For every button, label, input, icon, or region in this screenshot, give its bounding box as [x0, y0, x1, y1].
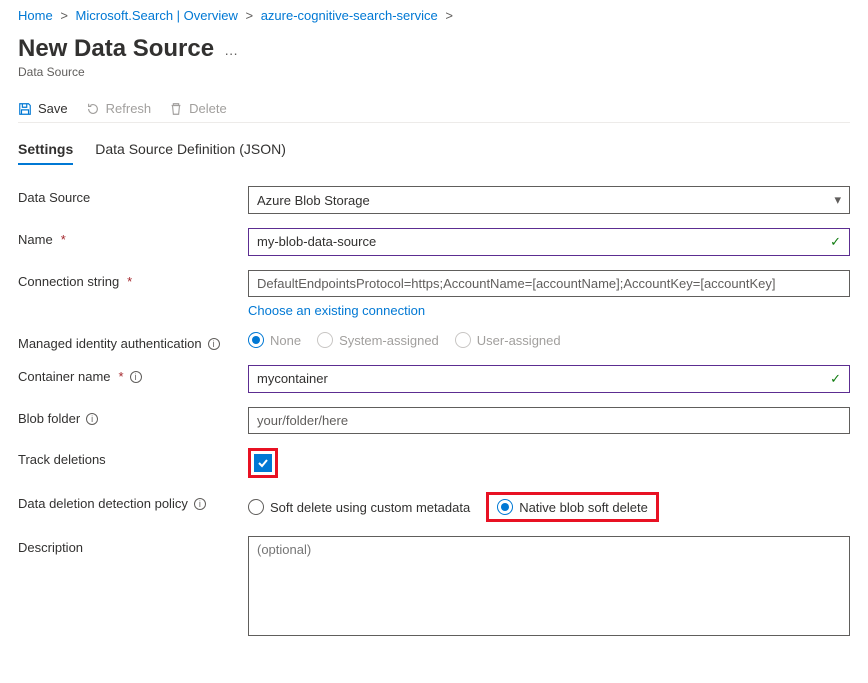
description-textarea[interactable] — [248, 536, 850, 636]
connection-string-label: Connection string* — [18, 270, 248, 289]
name-input[interactable]: my-blob-data-source ✓ — [248, 228, 850, 256]
tab-json-definition[interactable]: Data Source Definition (JSON) — [95, 141, 286, 165]
chevron-down-icon: ▾ — [834, 192, 841, 208]
checkmark-icon — [257, 457, 269, 469]
info-icon[interactable]: i — [208, 338, 220, 350]
blob-folder-label: Blob folder i — [18, 407, 248, 426]
connection-string-input[interactable]: DefaultEndpointsProtocol=https;AccountNa… — [248, 270, 850, 297]
breadcrumb-separator-icon: > — [445, 8, 453, 23]
policy-native-soft-radio[interactable]: Native blob soft delete — [497, 499, 648, 515]
breadcrumb-service[interactable]: azure-cognitive-search-service — [261, 8, 438, 23]
page-subtitle: Data Source — [18, 65, 850, 79]
choose-existing-link[interactable]: Choose an existing connection — [248, 303, 425, 318]
managed-identity-label: Managed identity authentication i — [18, 332, 248, 351]
data-source-label: Data Source — [18, 186, 248, 205]
blob-folder-input[interactable]: your/folder/here — [248, 407, 850, 434]
data-source-select[interactable]: Azure Blob Storage ▾ — [248, 186, 850, 214]
tabs: Settings Data Source Definition (JSON) — [18, 141, 850, 166]
delete-button[interactable]: Delete — [169, 101, 227, 116]
save-icon — [18, 102, 32, 116]
refresh-button[interactable]: Refresh — [86, 101, 152, 116]
page-title: New Data Source — [18, 35, 214, 63]
data-source-value: Azure Blob Storage — [257, 193, 370, 208]
container-name-value: mycontainer — [257, 371, 328, 387]
breadcrumb-separator-icon: > — [60, 8, 68, 23]
save-button[interactable]: Save — [18, 101, 68, 116]
breadcrumb-separator-icon: > — [245, 8, 253, 23]
breadcrumb-search[interactable]: Microsoft.Search | Overview — [76, 8, 238, 23]
container-name-label: Container name* i — [18, 365, 248, 384]
breadcrumb-home[interactable]: Home — [18, 8, 53, 23]
container-name-input[interactable]: mycontainer ✓ — [248, 365, 850, 393]
breadcrumb: Home > Microsoft.Search | Overview > azu… — [18, 8, 850, 23]
highlight-native-soft-delete: Native blob soft delete — [486, 492, 659, 522]
policy-soft-custom-radio[interactable]: Soft delete using custom metadata — [248, 499, 470, 515]
managed-identity-user-radio[interactable]: User-assigned — [455, 332, 561, 348]
track-deletions-label: Track deletions — [18, 448, 248, 467]
managed-identity-none-radio[interactable]: None — [248, 332, 301, 348]
trash-icon — [169, 102, 183, 116]
name-value: my-blob-data-source — [257, 234, 376, 250]
info-icon[interactable]: i — [86, 413, 98, 425]
refresh-label: Refresh — [106, 101, 152, 116]
name-label: Name* — [18, 228, 248, 247]
connection-string-value: DefaultEndpointsProtocol=https;AccountNa… — [257, 276, 776, 291]
more-actions-icon[interactable]: … — [224, 34, 238, 58]
managed-identity-system-radio[interactable]: System-assigned — [317, 332, 439, 348]
deletion-policy-label: Data deletion detection policy i — [18, 492, 248, 511]
highlight-track-deletions — [248, 448, 278, 478]
track-deletions-checkbox[interactable] — [254, 454, 272, 472]
check-icon: ✓ — [830, 371, 841, 387]
delete-label: Delete — [189, 101, 227, 116]
info-icon[interactable]: i — [194, 498, 206, 510]
blob-folder-value: your/folder/here — [257, 413, 348, 428]
description-label: Description — [18, 536, 248, 555]
info-icon[interactable]: i — [130, 371, 142, 383]
refresh-icon — [86, 102, 100, 116]
save-label: Save — [38, 101, 68, 116]
tab-settings[interactable]: Settings — [18, 141, 73, 165]
check-icon: ✓ — [830, 234, 841, 250]
toolbar: Save Refresh Delete — [18, 95, 850, 123]
